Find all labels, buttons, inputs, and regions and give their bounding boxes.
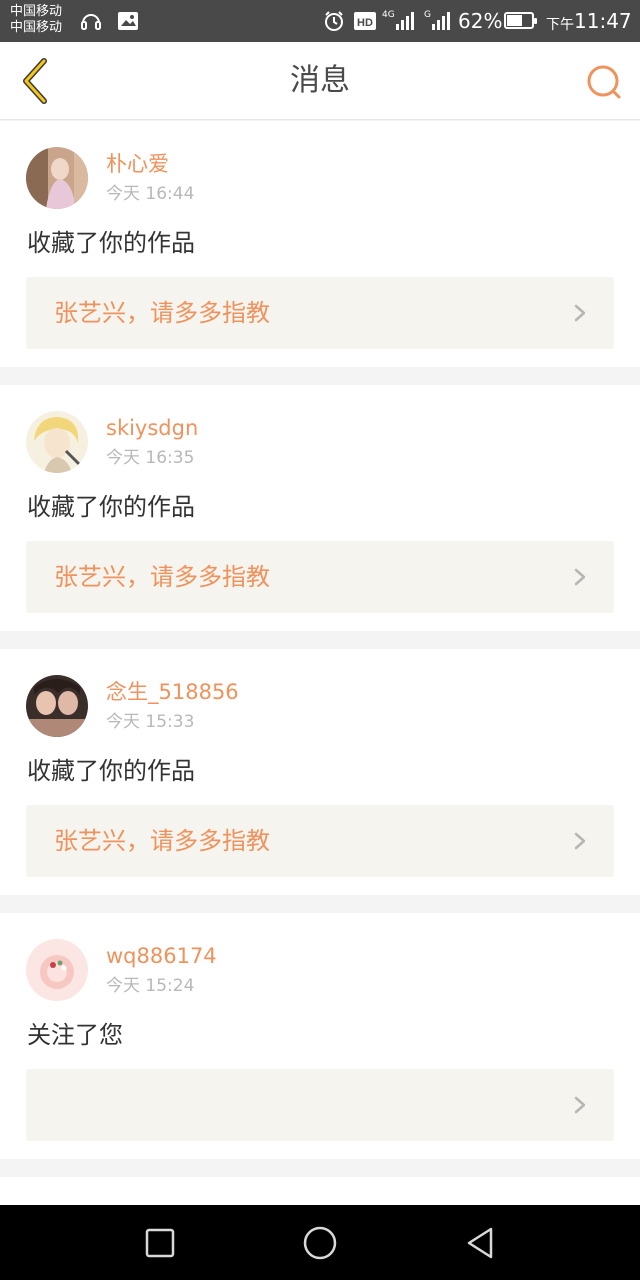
home-icon xyxy=(303,1226,337,1260)
recent-apps-icon xyxy=(145,1228,175,1258)
message-card[interactable]: 朴心爱 今天 16:44 收藏了你的作品 张艺兴，请多多指教 xyxy=(0,121,640,367)
page-title: 消息 xyxy=(290,63,350,98)
timestamp: 今天 15:33 xyxy=(106,712,195,732)
network-g: G xyxy=(424,10,431,20)
signal-icon: 4G xyxy=(382,10,416,32)
hd-icon: HD xyxy=(354,10,376,32)
action-text: 关注了您 xyxy=(27,1021,123,1049)
svg-text:HD: HD xyxy=(357,17,373,29)
timestamp: 今天 16:44 xyxy=(106,184,195,204)
username[interactable]: wq886174 xyxy=(106,943,217,969)
avatar[interactable] xyxy=(26,675,88,737)
chevron-left-icon xyxy=(23,58,47,104)
chevron-right-icon xyxy=(574,568,586,586)
username[interactable]: 朴心爱 xyxy=(106,151,169,177)
chevron-right-icon xyxy=(574,304,586,322)
clock: 11:47 xyxy=(574,9,632,33)
image-icon xyxy=(116,10,140,32)
work-title: 张艺兴，请多多指教 xyxy=(54,563,270,591)
timestamp: 今天 16:35 xyxy=(106,448,195,468)
headset-icon xyxy=(78,10,104,32)
message-card[interactable]: skiysdgn 今天 16:35 收藏了你的作品 张艺兴，请多多指教 xyxy=(0,385,640,631)
navigation-bar xyxy=(0,1205,640,1280)
username[interactable]: 念生_518856 xyxy=(106,679,239,705)
recent-apps-button[interactable] xyxy=(136,1219,184,1267)
message-card[interactable]: wq886174 今天 15:24 关注了您 xyxy=(0,913,640,1159)
chevron-right-icon xyxy=(574,1096,586,1114)
time-ampm: 下午 xyxy=(546,17,574,33)
carrier-1: 中国移动 xyxy=(10,4,63,19)
timestamp: 今天 15:24 xyxy=(106,976,195,996)
search-icon xyxy=(587,65,621,99)
work-title: 张艺兴，请多多指教 xyxy=(54,299,270,327)
message-card[interactable]: 念生_518856 今天 15:33 收藏了你的作品 张艺兴，请多多指教 xyxy=(0,649,640,895)
app-header: 消息 xyxy=(0,42,640,120)
work-link[interactable]: 张艺兴，请多多指教 xyxy=(26,277,614,349)
avatar[interactable] xyxy=(26,147,88,209)
work-link[interactable] xyxy=(26,1069,614,1141)
username[interactable]: skiysdgn xyxy=(106,415,198,441)
chevron-right-icon xyxy=(574,832,586,850)
back-nav-button[interactable] xyxy=(456,1219,504,1267)
back-button[interactable] xyxy=(10,56,58,106)
signal-icon: G xyxy=(424,10,454,32)
action-text: 收藏了你的作品 xyxy=(27,757,195,785)
avatar[interactable] xyxy=(26,411,88,473)
battery-percent: 62% xyxy=(458,9,503,33)
carrier-2: 中国移动 xyxy=(10,20,63,35)
battery-level xyxy=(507,15,522,26)
action-text: 收藏了你的作品 xyxy=(27,229,195,257)
status-bar: 中国移动 中国移动 HD 4G G 62% 下午 11:47 xyxy=(0,0,640,42)
work-title: 张艺兴，请多多指教 xyxy=(54,827,270,855)
work-link[interactable]: 张艺兴，请多多指教 xyxy=(26,541,614,613)
battery-icon xyxy=(504,12,537,29)
network-4g: 4G xyxy=(382,10,395,20)
message-list: 朴心爱 今天 16:44 收藏了你的作品 张艺兴，请多多指教 skiysdgn … xyxy=(0,121,640,1237)
carrier-info: 中国移动 中国移动 xyxy=(10,4,62,36)
alarm-icon xyxy=(322,10,346,32)
work-link[interactable]: 张艺兴，请多多指教 xyxy=(26,805,614,877)
back-icon xyxy=(467,1227,493,1259)
home-button[interactable] xyxy=(296,1219,344,1267)
action-text: 收藏了你的作品 xyxy=(27,493,195,521)
avatar[interactable] xyxy=(26,939,88,1001)
search-button[interactable] xyxy=(580,58,628,106)
